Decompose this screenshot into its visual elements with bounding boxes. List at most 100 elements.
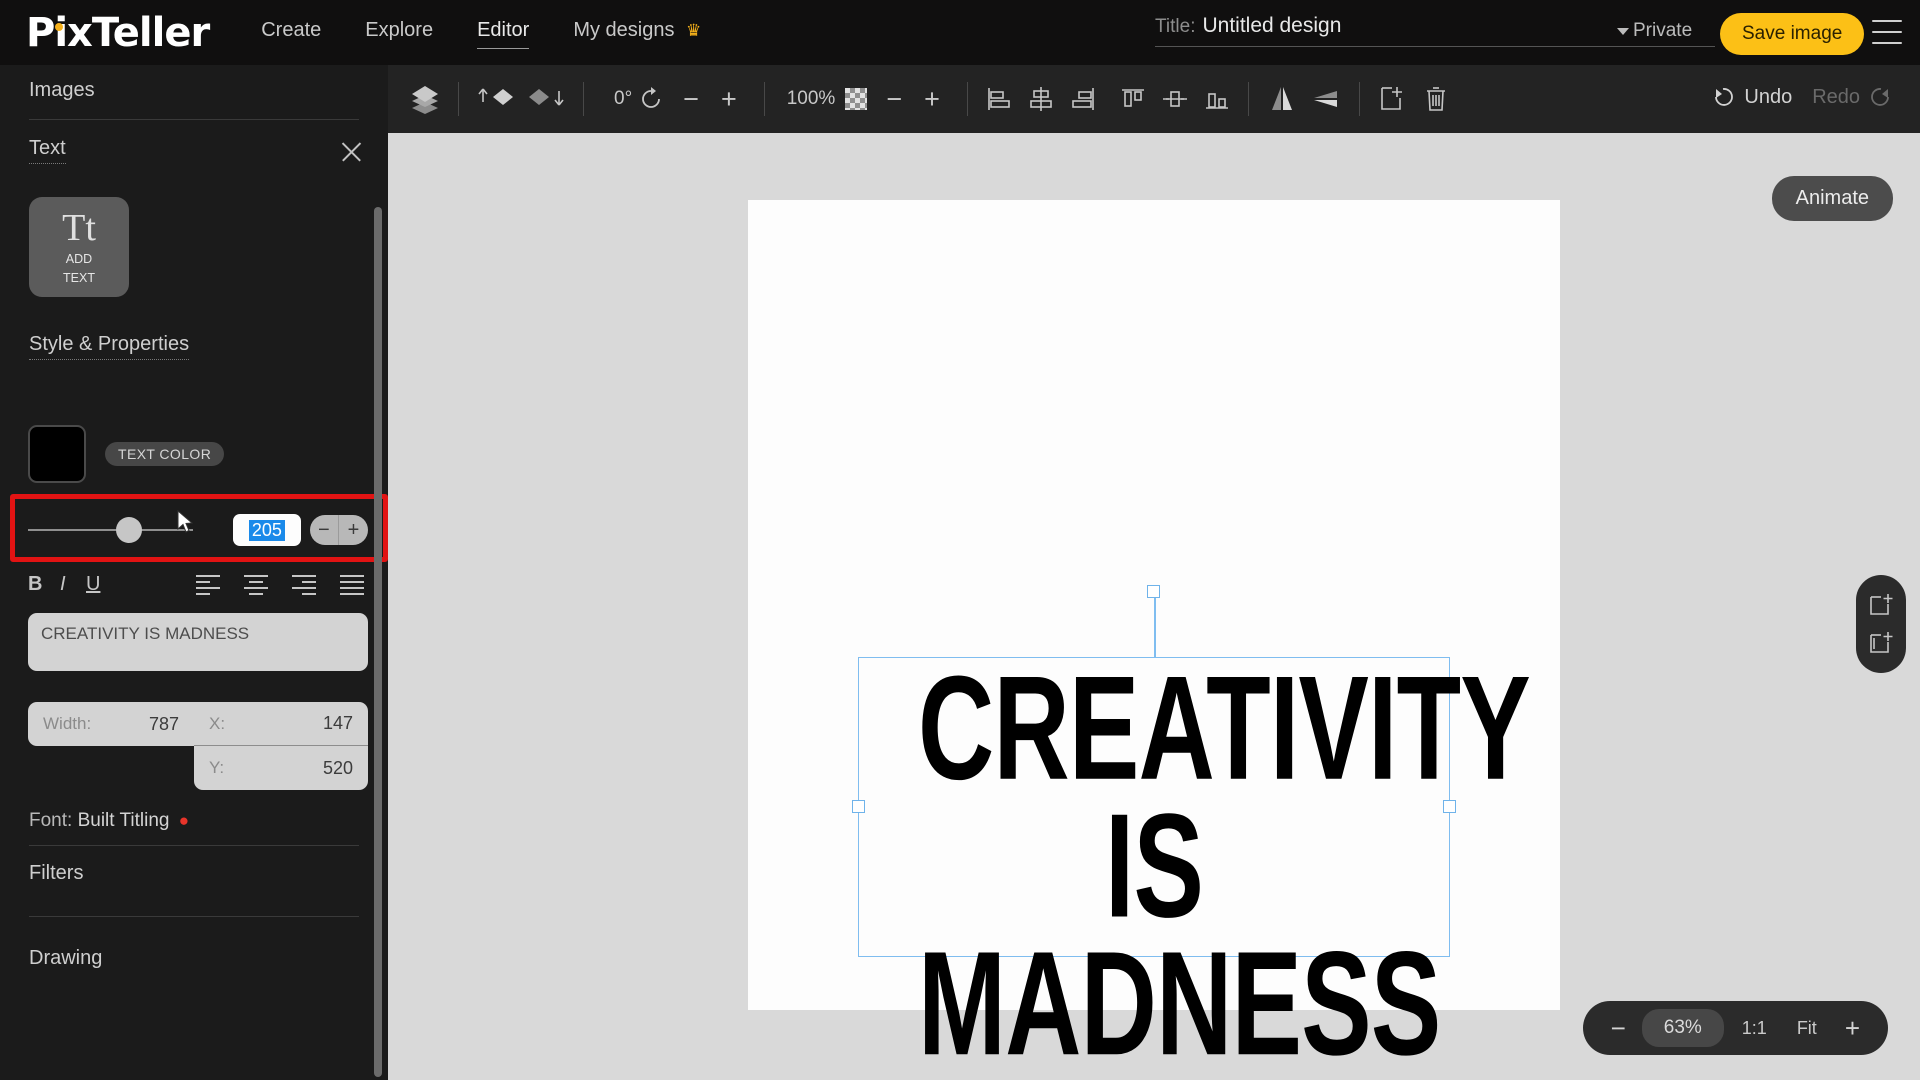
align-v-top-icon[interactable] bbox=[1118, 85, 1148, 113]
title-label: Title: bbox=[1155, 16, 1196, 37]
chevron-down-icon bbox=[1617, 27, 1629, 35]
zoom-level-value[interactable]: 63% bbox=[1641, 1009, 1724, 1047]
align-h-center-icon[interactable] bbox=[1026, 85, 1056, 113]
align-h-left-icon[interactable] bbox=[984, 85, 1014, 113]
undo-button[interactable]: Undo bbox=[1744, 86, 1792, 109]
sidebar-item-filters[interactable]: Filters bbox=[29, 862, 83, 885]
checkerboard-icon[interactable] bbox=[845, 88, 868, 110]
font-size-slider-handle[interactable] bbox=[116, 517, 142, 543]
add-text-button[interactable]: Tt ADD TEXT bbox=[29, 197, 129, 297]
nav-item-editor[interactable]: Editor bbox=[477, 19, 530, 49]
send-backward-icon[interactable] bbox=[521, 84, 567, 114]
width-label: Width: bbox=[43, 714, 92, 733]
title-input[interactable]: Untitled design bbox=[1202, 14, 1341, 38]
flip-vertical-icon[interactable] bbox=[1309, 84, 1343, 114]
redo-arrow-icon[interactable] bbox=[1868, 85, 1892, 109]
align-h-right-icon[interactable] bbox=[1068, 85, 1098, 113]
width-value: 787 bbox=[148, 713, 179, 734]
history-controls: Undo Redo bbox=[1712, 85, 1892, 109]
zoom-in-button[interactable]: + bbox=[1835, 1015, 1870, 1041]
sidebar-item-images[interactable]: Images bbox=[29, 79, 388, 102]
italic-button[interactable]: I bbox=[60, 573, 66, 596]
align-center-icon[interactable] bbox=[244, 575, 268, 595]
align-left-icon[interactable] bbox=[196, 575, 220, 595]
flame-icon: ● bbox=[178, 811, 190, 830]
undo-arrow-icon[interactable] bbox=[1712, 85, 1736, 109]
close-icon[interactable] bbox=[336, 137, 366, 167]
text-color-row: TEXT COLOR bbox=[28, 425, 225, 483]
x-position-field[interactable]: X: 147 bbox=[194, 702, 368, 746]
divider bbox=[29, 845, 359, 846]
opacity-value[interactable]: 100% bbox=[787, 88, 836, 110]
rotate-handle[interactable] bbox=[1147, 585, 1160, 598]
canvas-text-line-1: CREATIVITY IS bbox=[918, 645, 1531, 948]
flip-horizontal-icon[interactable] bbox=[1265, 84, 1299, 114]
nav-item-my-designs-label: My designs bbox=[573, 18, 675, 41]
animate-button[interactable]: Animate bbox=[1771, 176, 1893, 221]
sidebar-item-drawing[interactable]: Drawing bbox=[29, 947, 102, 970]
zoom-fit-button[interactable]: Fit bbox=[1785, 1018, 1829, 1039]
redo-button[interactable]: Redo bbox=[1812, 86, 1860, 109]
bold-button[interactable]: B bbox=[28, 573, 42, 596]
font-size-control: 205 − + bbox=[28, 514, 369, 546]
rotate-icon[interactable] bbox=[638, 86, 664, 112]
object-toolbar: 0° − + 100% − + Undo Redo bbox=[388, 65, 1920, 133]
text-align-group bbox=[196, 575, 364, 595]
sidebar-item-text[interactable]: Text bbox=[29, 137, 388, 164]
save-image-button[interactable]: Save image bbox=[1720, 13, 1865, 55]
layer-add-tools bbox=[1856, 575, 1906, 673]
canvas-workspace[interactable]: CREATIVITY IS MADNESS Animate − 63% 1:1 … bbox=[388, 133, 1920, 1080]
bring-forward-icon[interactable] bbox=[475, 84, 521, 114]
font-label: Font: bbox=[29, 810, 73, 831]
y-value: 520 bbox=[322, 757, 353, 778]
canvas-text-object[interactable]: CREATIVITY IS MADNESS bbox=[918, 645, 1531, 1076]
font-size-input[interactable]: 205 bbox=[232, 514, 301, 546]
width-field[interactable]: Width: 787 bbox=[28, 702, 194, 746]
duplicate-icon[interactable] bbox=[1376, 84, 1408, 114]
y-position-field[interactable]: Y: 520 bbox=[194, 746, 368, 790]
text-selection-box[interactable]: CREATIVITY IS MADNESS bbox=[852, 585, 1531, 1076]
font-size-decrease-button[interactable]: − bbox=[309, 515, 339, 545]
underline-button[interactable]: U bbox=[86, 573, 100, 596]
style-properties-label: Style & Properties bbox=[29, 333, 190, 360]
opacity-decrease-button[interactable]: − bbox=[875, 85, 913, 113]
x-label: X: bbox=[209, 713, 226, 733]
pixteller-logo[interactable]: PixTeller bbox=[26, 10, 210, 56]
nav-item-create[interactable]: Create bbox=[261, 19, 321, 47]
privacy-dropdown[interactable]: Private bbox=[1617, 20, 1692, 42]
sidebar-item-style-properties[interactable]: Style & Properties bbox=[29, 333, 190, 360]
nav-item-explore[interactable]: Explore bbox=[365, 19, 433, 47]
align-v-bottom-icon[interactable] bbox=[1202, 85, 1232, 113]
nav-item-my-designs[interactable]: My designs ♛ bbox=[573, 19, 701, 47]
text-content-input[interactable]: CREATIVITY IS MADNESS bbox=[28, 613, 368, 671]
layers-icon[interactable] bbox=[408, 82, 442, 116]
resize-handle-left[interactable] bbox=[852, 800, 865, 813]
text-color-swatch[interactable] bbox=[28, 425, 86, 483]
zoom-out-button[interactable]: − bbox=[1601, 1015, 1636, 1041]
logo-dot-icon bbox=[55, 22, 63, 31]
font-size-slider[interactable] bbox=[28, 517, 193, 543]
sidebar-scrollbar[interactable] bbox=[374, 207, 382, 1077]
divider bbox=[966, 82, 968, 116]
top-navigation-bar: PixTeller Create Explore Editor My desig… bbox=[0, 0, 1920, 65]
align-justify-icon[interactable] bbox=[340, 575, 364, 595]
divider bbox=[583, 82, 584, 116]
align-right-icon[interactable] bbox=[292, 575, 316, 595]
font-name: Built Titling bbox=[77, 810, 170, 831]
add-text-label-line1: ADD bbox=[65, 251, 93, 266]
font-size-increase-button[interactable]: + bbox=[338, 515, 369, 545]
font-selector[interactable]: Font: Built Titling ● bbox=[29, 810, 189, 832]
rotation-decrease-button[interactable]: − bbox=[672, 85, 710, 113]
add-image-icon[interactable] bbox=[1866, 591, 1896, 619]
align-v-middle-icon[interactable] bbox=[1160, 85, 1190, 113]
rotation-value[interactable]: 0° bbox=[614, 88, 632, 110]
trash-icon[interactable] bbox=[1422, 84, 1450, 114]
rotation-increase-button[interactable]: + bbox=[710, 85, 748, 113]
zoom-actual-size-button[interactable]: 1:1 bbox=[1730, 1018, 1779, 1039]
opacity-increase-button[interactable]: + bbox=[913, 85, 951, 113]
design-canvas[interactable]: CREATIVITY IS MADNESS bbox=[748, 200, 1560, 1076]
text-section-label: Text bbox=[29, 137, 66, 164]
add-text-layer-icon[interactable] bbox=[1866, 629, 1896, 657]
hamburger-menu-icon[interactable] bbox=[1872, 20, 1902, 44]
divider bbox=[458, 82, 459, 116]
